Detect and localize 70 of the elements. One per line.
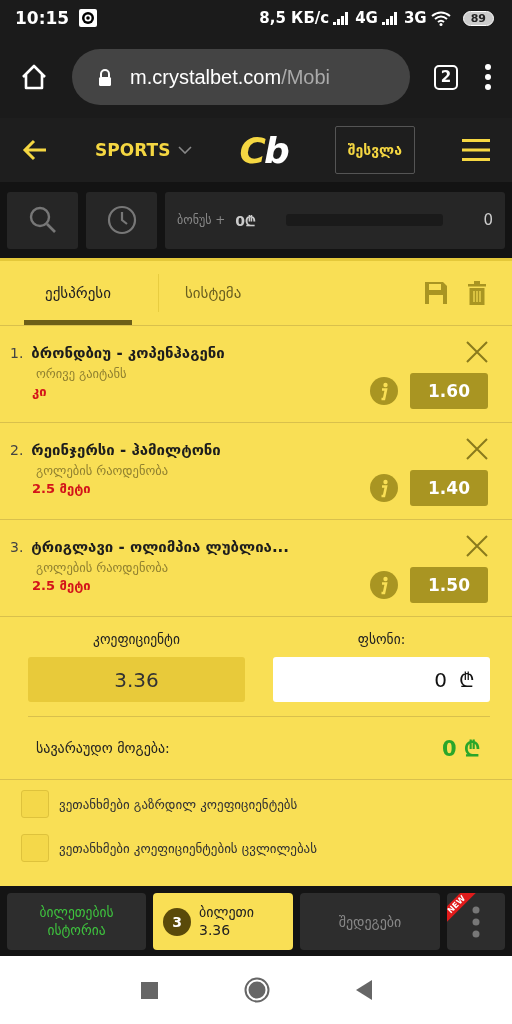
results-button[interactable]: შედეგები — [300, 893, 440, 950]
selection-text: 2.5 მეტი — [32, 481, 92, 496]
market-name: გოლების რაოდენობა — [36, 463, 170, 478]
search-button[interactable] — [7, 191, 78, 249]
battery-indicator: 89 — [462, 10, 494, 26]
bonus-label: ბონუს + — [177, 213, 226, 227]
logo[interactable]: Cb — [239, 129, 288, 171]
save-icon[interactable] — [424, 281, 448, 305]
total-odds-value: 3.36 — [28, 657, 245, 702]
history-button[interactable] — [86, 191, 157, 249]
checkbox-label: ვეთანხმები კოეფიციენტების ცვლილებას — [59, 840, 317, 856]
info-icon[interactable] — [370, 377, 398, 405]
remove-icon[interactable] — [466, 341, 488, 363]
sports-dropdown[interactable]: SPORTS — [95, 140, 193, 160]
match-name: ტრიგლავი - ოლიმპია ლუბლია... — [31, 538, 289, 556]
bonus-count: 0 — [483, 211, 493, 229]
ticket-button[interactable]: 3 ბილეთი 3.36 — [153, 893, 293, 950]
odds-badge: 1.40 — [410, 470, 488, 506]
status-time: 10:15 — [15, 8, 70, 28]
bet-number: 1. — [10, 345, 24, 361]
chevron-down-icon — [178, 146, 193, 154]
selection-text: კი — [32, 384, 48, 399]
potential-win-label: სავარაუდო მოგება: — [36, 740, 170, 756]
more-icon — [472, 905, 480, 938]
match-name: რეინჯერსი - ჰამილტონი — [31, 441, 221, 459]
ticket-count-badge: 3 — [163, 907, 191, 936]
bet-number: 3. — [10, 539, 24, 555]
remove-icon[interactable] — [466, 438, 488, 460]
checkbox[interactable] — [21, 834, 49, 862]
market-name: გოლების რაოდენობა — [36, 560, 170, 575]
recents-icon[interactable] — [140, 981, 158, 999]
info-icon[interactable] — [370, 474, 398, 502]
remove-icon[interactable] — [466, 535, 488, 557]
network-type: 4G — [355, 9, 378, 27]
signal-icon — [381, 11, 400, 25]
checkbox-label: ვეთანხმები გაზრდილ კოეფიციენტებს — [59, 796, 298, 812]
ticket-odds: 3.36 — [199, 921, 231, 939]
odds-label: კოეფიციენტი — [93, 631, 180, 647]
clock-icon — [106, 205, 137, 235]
odds-badge: 1.60 — [410, 373, 488, 409]
bet-number: 2. — [10, 442, 24, 458]
checkbox[interactable] — [21, 790, 49, 818]
stake-label: ფსონი: — [357, 631, 406, 647]
ticket-label: ბილეთი — [199, 904, 254, 922]
login-button[interactable]: შესვლა — [334, 126, 415, 174]
notification-icon — [79, 9, 98, 27]
bet-type-tab[interactable]: ექსპრესი — [24, 261, 132, 325]
more-icon[interactable] — [484, 64, 492, 90]
url-text: m.crystalbet.com/Mobi — [130, 65, 331, 89]
tab-count[interactable]: 2 — [434, 64, 458, 90]
bonus-value: 0₾ — [235, 211, 257, 230]
back-icon[interactable] — [355, 980, 372, 1000]
ticket-history-button[interactable]: ბილეთების ისტორია — [7, 893, 146, 950]
info-icon[interactable] — [370, 571, 398, 599]
wifi-icon — [430, 10, 451, 26]
address-bar[interactable]: m.crystalbet.com/Mobi — [72, 49, 410, 105]
bet-type-tab[interactable]: სისტემა — [185, 261, 242, 325]
match-name: ბრონდბიუ - კოპენჰაგენი — [31, 344, 225, 362]
network-type: 3G — [403, 9, 427, 27]
selection-text: 2.5 მეტი — [32, 578, 92, 593]
lock-icon — [98, 68, 112, 86]
odds-badge: 1.50 — [410, 567, 488, 603]
menu-icon[interactable] — [462, 139, 490, 161]
potential-win-value: 0 ₾ — [442, 736, 480, 762]
network-speed: 8,5 КБ/с — [259, 9, 330, 27]
trash-icon[interactable] — [468, 281, 486, 305]
search-icon — [28, 206, 57, 234]
stake-input[interactable]: 0 ₾ — [273, 657, 490, 702]
back-arrow-icon[interactable] — [22, 139, 48, 161]
market-name: ორივე გაიტანს — [36, 366, 128, 381]
